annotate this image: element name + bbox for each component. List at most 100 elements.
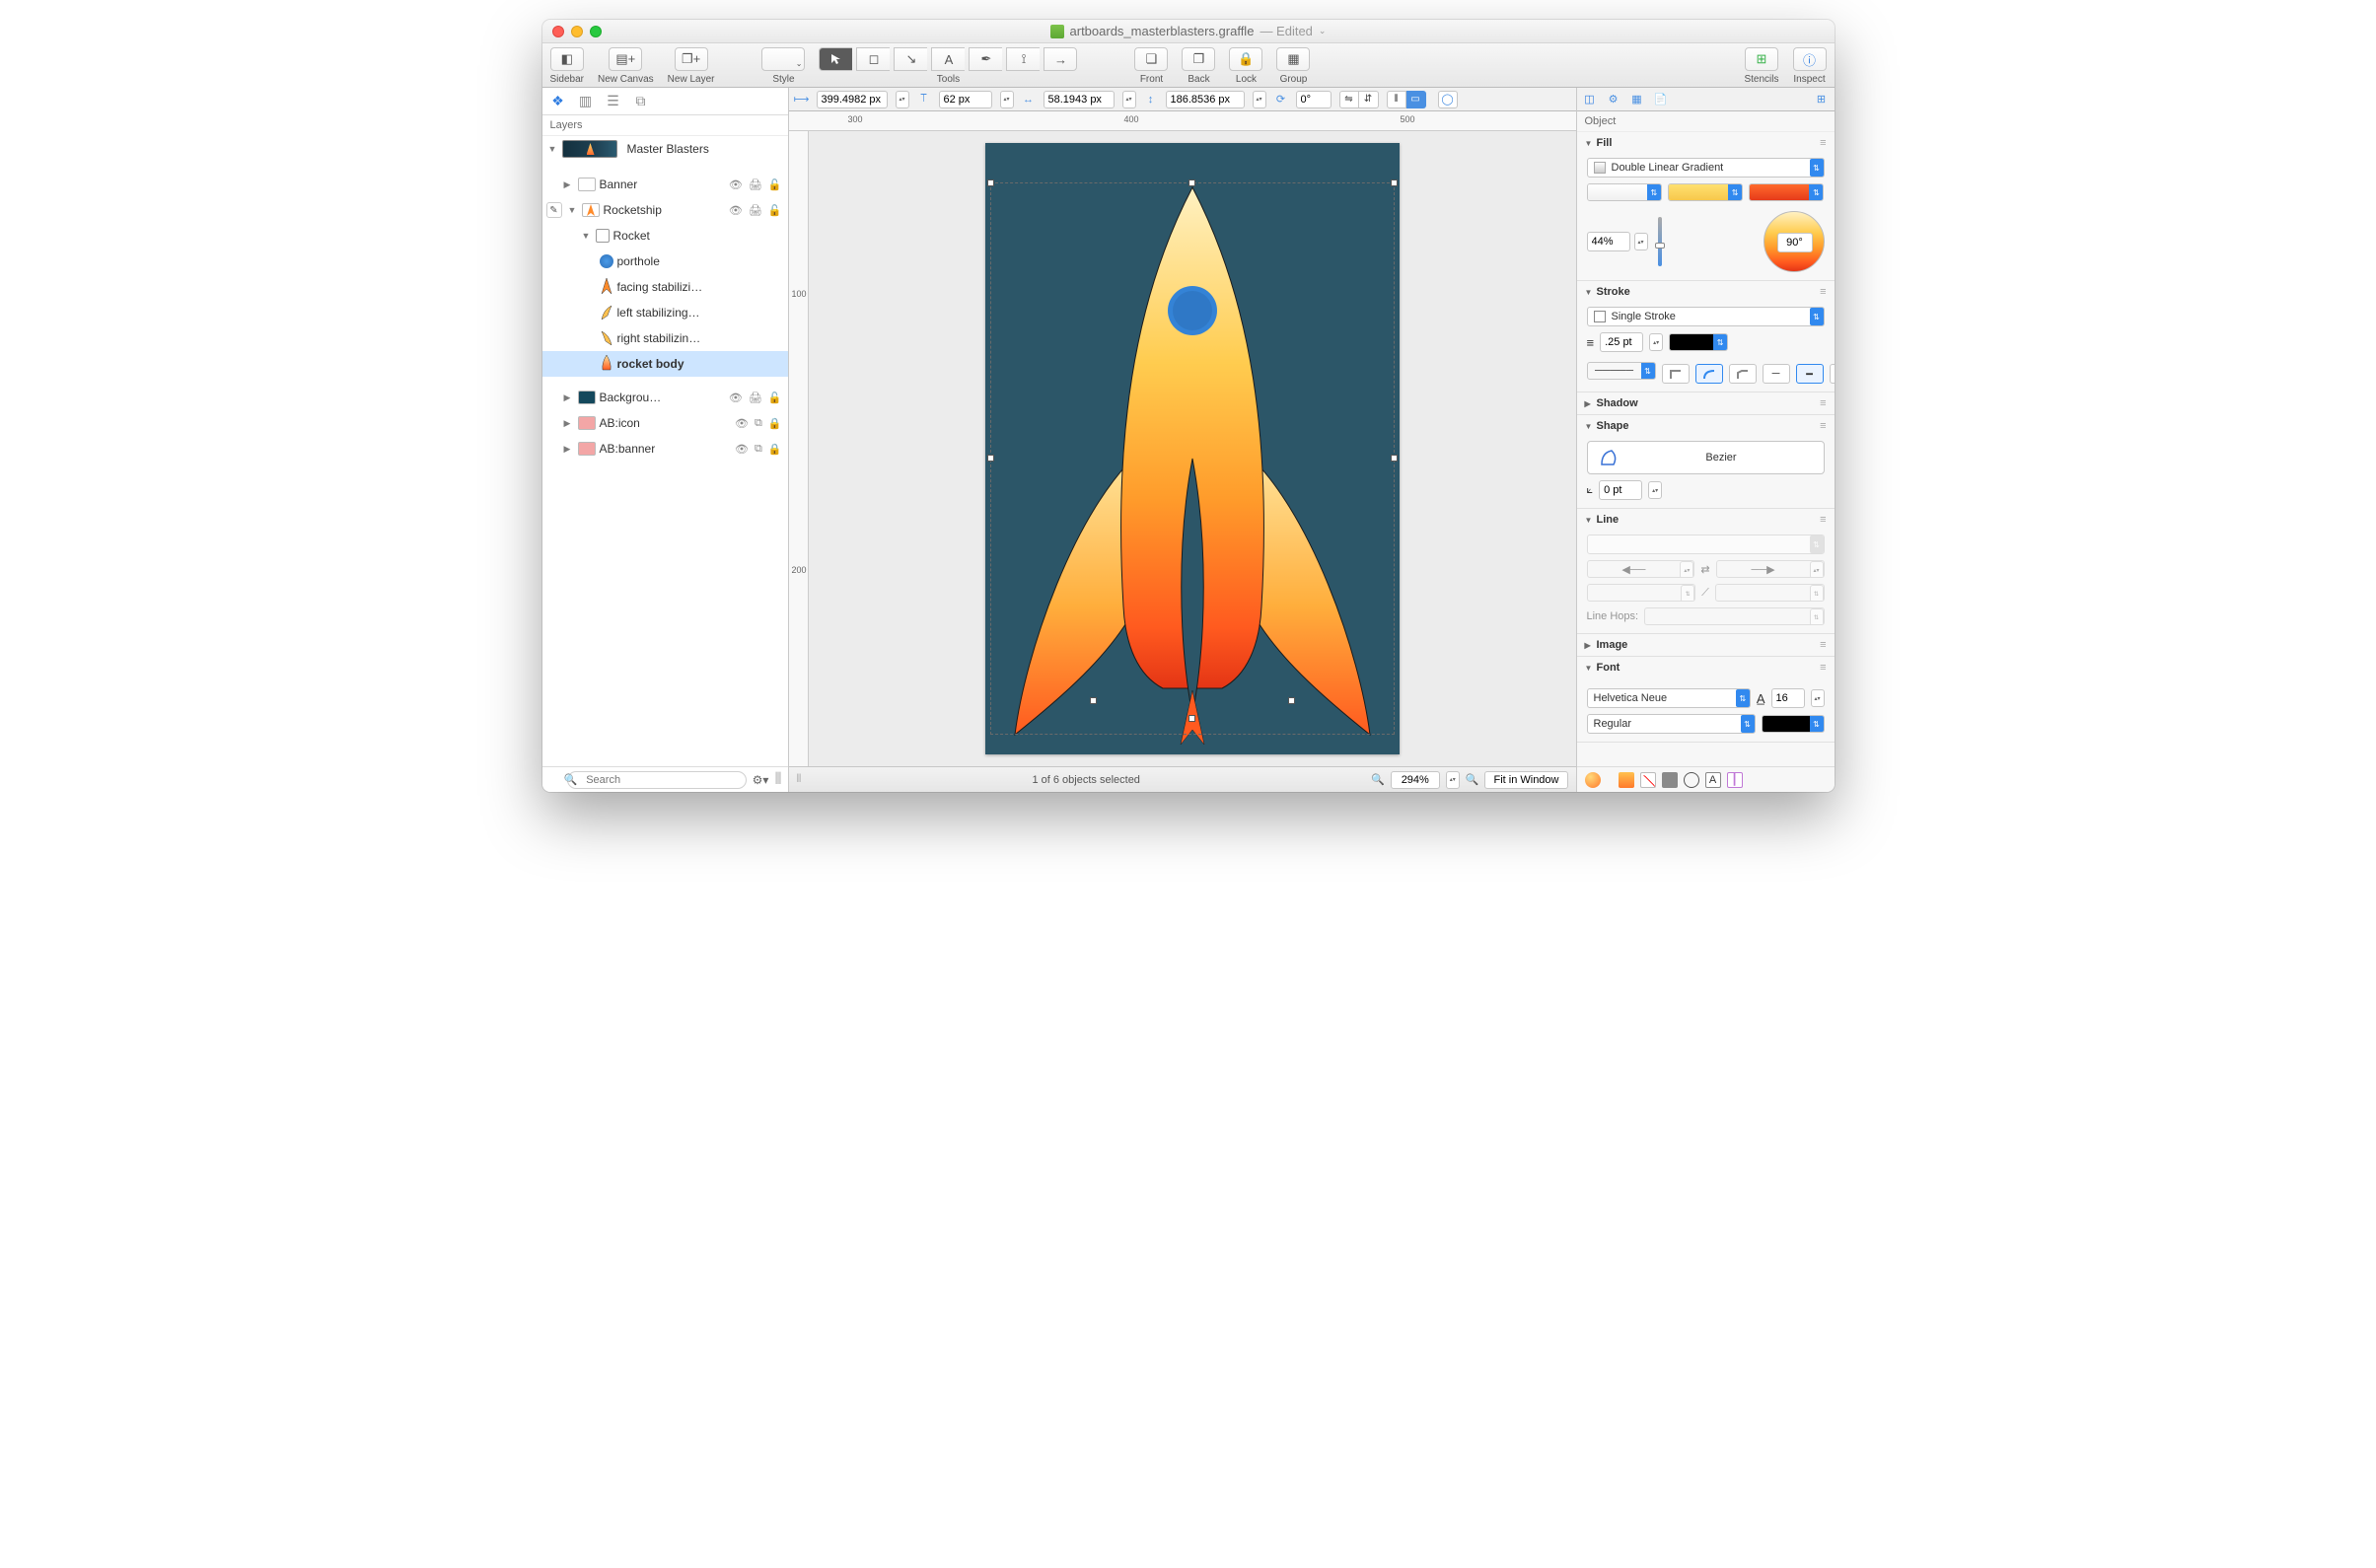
flip-v-button[interactable]: ⇵	[1359, 91, 1379, 108]
fav-nofill-swatch[interactable]	[1640, 772, 1656, 788]
gear-icon[interactable]: ⚙︎▾	[753, 773, 769, 787]
swap-ends-icon[interactable]: ⇄	[1700, 563, 1709, 576]
front-button[interactable]: ❏	[1134, 47, 1168, 71]
lock-open-icon[interactable]: 🔓	[768, 204, 782, 217]
lock-open-icon[interactable]: 🔓	[768, 178, 782, 191]
w-stepper[interactable]: ▴▾	[1122, 91, 1136, 108]
lock-icon[interactable]: 🔒	[768, 443, 782, 456]
tool-pen[interactable]: ✒	[969, 47, 1002, 71]
layer-row-background[interactable]: ▶ Backgrou… 👁🖨🔓	[542, 385, 788, 410]
cap-round[interactable]: ━	[1796, 364, 1824, 384]
disclosure-arrow-icon[interactable]: ▶	[564, 418, 574, 429]
corner-round[interactable]	[1695, 364, 1723, 384]
shape-picker[interactable]: Bezier	[1587, 441, 1825, 474]
layers-tab-icon[interactable]: ❖	[548, 92, 568, 111]
eye-icon[interactable]: 👁	[729, 204, 743, 217]
new-layer-button[interactable]: ❐+	[675, 47, 708, 71]
section-menu-icon[interactable]: ≡	[1820, 137, 1826, 149]
section-menu-icon[interactable]: ≡	[1820, 514, 1826, 526]
x-input[interactable]	[817, 91, 888, 108]
artboard-viewport[interactable]	[809, 131, 1576, 766]
line-tail-select[interactable]: ◀──▴▾	[1587, 560, 1695, 578]
handle-se[interactable]	[1288, 697, 1295, 704]
section-menu-icon[interactable]: ≡	[1820, 639, 1826, 651]
tool-browse[interactable]: →	[1044, 47, 1077, 71]
align-lines-button[interactable]: ⦀	[1387, 91, 1406, 108]
fill-type-select[interactable]: Double Linear Gradient ⇅	[1587, 158, 1825, 178]
stop3-swatch[interactable]: ⇅	[1749, 183, 1824, 201]
font-weight-select[interactable]: Regular⇅	[1587, 714, 1756, 734]
eye-icon[interactable]: 👁	[735, 417, 749, 430]
outline-tab-icon[interactable]: ▥	[576, 92, 596, 111]
group-button[interactable]: ▦	[1276, 47, 1310, 71]
lock-open-icon[interactable]: 🔓	[768, 392, 782, 404]
zoom-input[interactable]	[1391, 771, 1440, 789]
line-hops-select[interactable]: ⇅	[1644, 607, 1824, 625]
stencils-button[interactable]: ⊞	[1745, 47, 1778, 71]
handle-n[interactable]	[1188, 179, 1195, 186]
shape-picker-button[interactable]: ◯	[1438, 91, 1458, 108]
y-input[interactable]	[939, 91, 992, 108]
zoom-out-icon[interactable]: 🔍	[1371, 773, 1385, 786]
artboard-icon[interactable]: ⧉	[755, 443, 762, 456]
layer-row-ab-banner[interactable]: ▶ AB:banner 👁⧉🔒	[542, 436, 788, 462]
font-size-input[interactable]	[1771, 688, 1805, 708]
fit-window-button[interactable]: Fit in Window	[1484, 771, 1567, 789]
font-size-stepper[interactable]: ▴▾	[1811, 689, 1825, 707]
selection-box[interactable]	[990, 182, 1395, 735]
tool-line[interactable]: ↘	[894, 47, 927, 71]
current-fill-swatch[interactable]	[1585, 772, 1601, 788]
line-head-select[interactable]: ──▶▴▾	[1716, 560, 1825, 578]
zoom-in-icon[interactable]: 🔍	[1466, 773, 1479, 786]
stroke-type-select[interactable]: Single Stroke⇅	[1587, 307, 1825, 326]
tool-diagram[interactable]: ⟟	[1006, 47, 1040, 71]
properties-tab-icon[interactable]: ⚙	[1607, 93, 1620, 107]
tool-shape[interactable]: ◻	[856, 47, 890, 71]
search-input[interactable]	[567, 771, 746, 789]
disclosure-arrow-icon[interactable]: ▼	[582, 231, 592, 241]
stroke-stepper[interactable]: ▴▾	[1649, 333, 1663, 351]
h-input[interactable]	[1166, 91, 1245, 108]
document-tab-icon[interactable]: 📄	[1654, 93, 1668, 107]
lock-button[interactable]: 🔒	[1229, 47, 1262, 71]
eye-icon[interactable]: 👁	[729, 178, 743, 191]
line-type-select[interactable]: ⇅	[1587, 535, 1825, 554]
corner-bevel[interactable]	[1729, 364, 1757, 384]
corner-stepper[interactable]: ▴▾	[1648, 481, 1662, 499]
handle-e[interactable]	[1391, 455, 1398, 462]
fav-gradient-swatch[interactable]	[1619, 772, 1634, 788]
stroke-dash-select[interactable]: ─────⇅	[1587, 362, 1656, 380]
cap-butt[interactable]: ─	[1763, 364, 1790, 384]
line-start-pt[interactable]: ⇅	[1587, 584, 1696, 602]
handle-ne[interactable]	[1391, 179, 1398, 186]
section-menu-icon[interactable]: ≡	[1820, 662, 1826, 674]
disclosure-arrow-icon[interactable]: ▶	[564, 179, 574, 190]
x-stepper[interactable]: ▴▾	[896, 91, 909, 108]
align-rect-button[interactable]: ▭	[1406, 91, 1426, 108]
tool-text[interactable]: A	[931, 47, 965, 71]
edit-pencil-icon[interactable]: ✎	[546, 202, 562, 218]
layer-row-right-fin[interactable]: right stabilizin…	[542, 325, 788, 351]
y-stepper[interactable]: ▴▾	[1000, 91, 1014, 108]
stop1-swatch[interactable]: ⇅	[1587, 183, 1662, 201]
rotation-input[interactable]	[1296, 91, 1332, 108]
inspect-button[interactable]: ⓘ	[1793, 47, 1827, 71]
w-input[interactable]	[1044, 91, 1115, 108]
mid-stepper[interactable]: ▴▾	[1634, 233, 1648, 250]
corner-miter[interactable]	[1662, 364, 1690, 384]
layer-row-rocketship[interactable]: ✎ ▼ Rocketship 👁🖨🔓	[542, 197, 788, 223]
drag-handle-icon[interactable]: ⦀	[797, 773, 802, 786]
section-menu-icon[interactable]: ≡	[1820, 420, 1826, 432]
layer-row-rocket-body[interactable]: rocket body	[542, 351, 788, 377]
font-family-select[interactable]: Helvetica Neue⇅	[1587, 688, 1751, 708]
line-end-pt[interactable]: ⇅	[1715, 584, 1825, 602]
corner-radius-input[interactable]	[1599, 480, 1642, 500]
flip-h-button[interactable]: ⇋	[1339, 91, 1359, 108]
handle-s[interactable]	[1188, 715, 1195, 722]
stop2-swatch[interactable]: ⇅	[1668, 183, 1743, 201]
eye-icon[interactable]: 👁	[729, 392, 743, 404]
layer-row-ab-icon[interactable]: ▶ AB:icon 👁⧉🔒	[542, 410, 788, 436]
disclosure-arrow-icon[interactable]: ▶	[564, 392, 574, 403]
object-tab-icon[interactable]: ◫	[1583, 93, 1597, 107]
stroke-color-swatch[interactable]: ⇅	[1669, 333, 1728, 351]
